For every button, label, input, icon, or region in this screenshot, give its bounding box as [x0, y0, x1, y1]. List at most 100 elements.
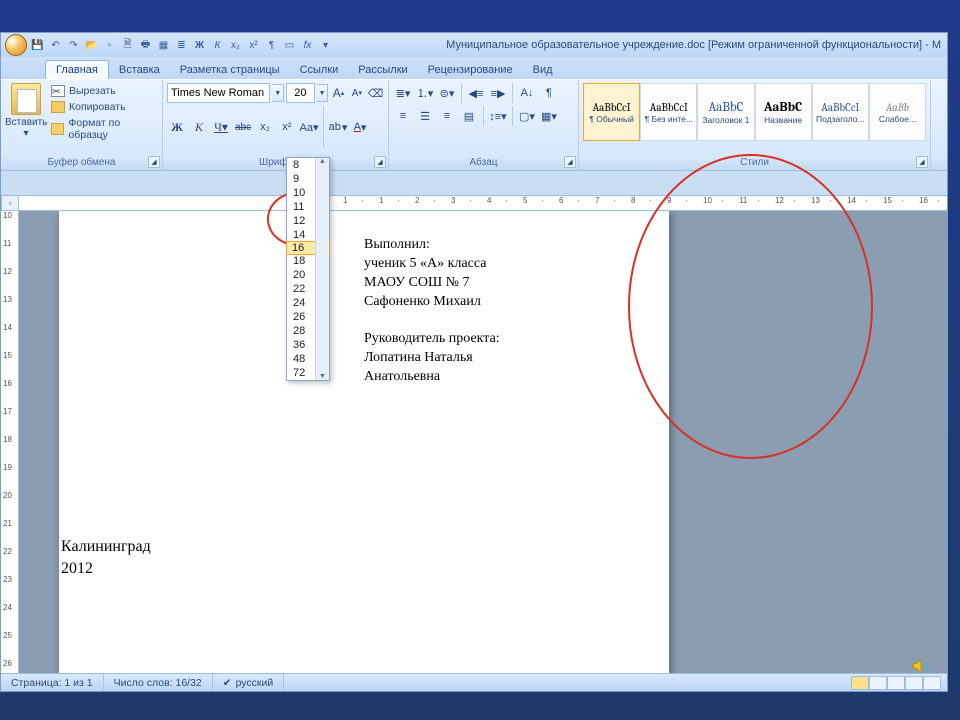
align-right-button[interactable]: ≡ — [437, 106, 457, 126]
font-size-dropdown[interactable]: 891011121416182022242628364872▲▼ — [286, 157, 330, 381]
formula-qat-icon[interactable]: fx — [300, 38, 315, 53]
shading-button[interactable]: ▢▾ — [517, 106, 537, 126]
qat-more-icon[interactable]: ▾ — [318, 38, 333, 53]
status-bar: Страница: 1 из 1 Число слов: 16/32 ✔русс… — [1, 673, 947, 691]
page-surface[interactable]: Выполнил:ученик 5 «А» классаМАОУ СОШ № 7… — [59, 211, 669, 673]
save-icon[interactable]: 💾 — [30, 38, 45, 53]
bold-button[interactable]: Ж — [167, 117, 187, 137]
italic-qat-icon[interactable]: К — [210, 38, 225, 53]
new-icon[interactable]: ▫ — [102, 38, 117, 53]
view-draft-button[interactable] — [923, 676, 941, 690]
sub-qat-icon[interactable]: x₂ — [228, 38, 243, 53]
style-подзаголо[interactable]: AaBbCcIПодзаголо... — [812, 83, 869, 141]
redo-icon[interactable]: ↷ — [66, 38, 81, 53]
dropdown-scrollbar[interactable]: ▲▼ — [315, 158, 329, 380]
undo-icon[interactable]: ↶ — [48, 38, 63, 53]
tab-insert[interactable]: Вставка — [109, 61, 170, 79]
view-web-button[interactable] — [887, 676, 905, 690]
paragraph-dialog-launcher[interactable]: ◢ — [564, 156, 576, 168]
print-icon[interactable]: 🖶 — [138, 38, 153, 53]
bullets-icon[interactable]: ≣ — [174, 38, 189, 53]
scissors-icon: ✂ — [51, 85, 65, 97]
bullets-button[interactable]: ≣▾ — [393, 83, 413, 103]
document-area[interactable]: Выполнил:ученик 5 «А» классаМАОУ СОШ № 7… — [19, 211, 947, 673]
view-full-screen-button[interactable] — [869, 676, 887, 690]
view-print-layout-button[interactable] — [851, 676, 869, 690]
clear-format-button[interactable]: ⌫ — [367, 83, 384, 103]
view-buttons — [851, 676, 947, 690]
group-styles-title: Стили — [583, 156, 926, 170]
style-название[interactable]: AaBbCНазвание — [755, 83, 812, 141]
vertical-ruler[interactable]: 1011121314151617181920212223242526 — [1, 211, 19, 673]
align-left-button[interactable]: ≡ — [393, 106, 413, 126]
bold-qat-icon[interactable]: Ж — [192, 38, 207, 53]
group-font-title: Шрифт — [167, 156, 384, 170]
style-безинте[interactable]: AaBbCcI¶ Без инте... — [640, 83, 697, 141]
style-слабое[interactable]: AaBbСлабое... — [869, 83, 926, 141]
tab-home[interactable]: Главная — [45, 60, 109, 79]
titlebar: 💾 ↶ ↷ 📂 ▫ 🗎 🖶 ▦ ≣ Ж К x₂ x² ¶ ▭ fx ▾ Мун… — [1, 33, 947, 57]
format-painter-button[interactable]: Формат по образцу — [51, 115, 158, 143]
office-button[interactable] — [5, 34, 27, 56]
speaker-icon — [910, 656, 932, 676]
shrink-font-button[interactable]: A▾ — [349, 83, 365, 103]
justify-button[interactable]: ▤ — [459, 106, 479, 126]
dec-indent-button[interactable]: ◀≡ — [466, 83, 486, 103]
underline-button[interactable]: Ч▾ — [211, 117, 231, 137]
superscript-button[interactable]: x² — [277, 117, 297, 137]
font-size-dropdown-icon[interactable]: ▼ — [317, 84, 329, 102]
group-font: Times New Roman▼ 20▼ A▴ A▾ ⌫ Ж К Ч▾ abc … — [163, 80, 389, 170]
styles-dialog-launcher[interactable]: ◢ — [916, 156, 928, 168]
ruler-corner[interactable]: ▫ — [1, 195, 19, 211]
inc-indent-button[interactable]: ≡▶ — [488, 83, 508, 103]
status-language[interactable]: ✔русский — [213, 674, 285, 691]
grow-font-button[interactable]: A▴ — [330, 83, 346, 103]
font-size-combo[interactable]: 20 — [286, 83, 315, 103]
paragraph-qat-icon[interactable]: ¶ — [264, 38, 279, 53]
multilevel-button[interactable]: ⊜▾ — [437, 83, 457, 103]
numbering-button[interactable]: ⒈▾ — [415, 83, 435, 103]
subscript-button[interactable]: x₂ — [255, 117, 275, 137]
tab-layout[interactable]: Разметка страницы — [170, 61, 290, 79]
print-preview-icon[interactable]: 🗎 — [120, 38, 135, 53]
quick-access-toolbar: 💾 ↶ ↷ 📂 ▫ 🗎 🖶 ▦ ≣ Ж К x₂ x² ¶ ▭ fx ▾ — [1, 33, 337, 57]
open-icon[interactable]: 📂 — [84, 38, 99, 53]
doc-text-block-author[interactable]: Выполнил:ученик 5 «А» классаМАОУ СОШ № 7… — [364, 236, 564, 387]
change-case-button[interactable]: Aa▾ — [299, 117, 319, 137]
paste-button[interactable]: Вставить▾ — [5, 83, 47, 153]
brush-icon — [51, 123, 64, 135]
group-clipboard-title: Буфер обмена — [5, 156, 158, 170]
copy-button[interactable]: Копировать — [51, 99, 158, 115]
italic-button[interactable]: К — [189, 117, 209, 137]
borders-button[interactable]: ▦▾ — [539, 106, 559, 126]
window-title: Муниципальное образовательное учреждение… — [337, 39, 947, 51]
line-spacing-button[interactable]: ↕≡▾ — [488, 106, 508, 126]
tab-view[interactable]: Вид — [523, 61, 563, 79]
sup-qat-icon[interactable]: x² — [246, 38, 261, 53]
tab-references[interactable]: Ссылки — [290, 61, 349, 79]
font-color-button[interactable]: A▾ — [350, 117, 370, 137]
font-name-dropdown-icon[interactable]: ▼ — [272, 84, 284, 102]
doc-text-block-footer[interactable]: Калининград2012 — [61, 536, 241, 579]
horizontal-ruler[interactable]: 1·1·2·3·4·5·6·7·8·9·10·11·12·13·14·15·16… — [19, 195, 947, 211]
style-заголовок1[interactable]: AaBbCЗаголовок 1 — [697, 83, 754, 141]
font-dialog-launcher[interactable]: ◢ — [374, 156, 386, 168]
show-marks-button[interactable]: ¶ — [539, 83, 559, 103]
group-styles: AaBbCcI¶ ОбычныйAaBbCcI¶ Без инте...AaBb… — [579, 80, 931, 170]
sort-button[interactable]: A↓ — [517, 83, 537, 103]
ribbon-tabs: Главная Вставка Разметка страницы Ссылки… — [1, 57, 947, 79]
highlight-button[interactable]: ab▾ — [328, 117, 348, 137]
table-icon[interactable]: ▦ — [156, 38, 171, 53]
tab-mailings[interactable]: Рассылки — [348, 61, 417, 79]
strike-button[interactable]: abc — [233, 117, 253, 137]
font-name-combo[interactable]: Times New Roman — [167, 83, 270, 103]
clipboard-dialog-launcher[interactable]: ◢ — [148, 156, 160, 168]
view-outline-button[interactable] — [905, 676, 923, 690]
tab-review[interactable]: Рецензирование — [418, 61, 523, 79]
status-page[interactable]: Страница: 1 из 1 — [1, 674, 104, 691]
align-center-button[interactable]: ☰ — [415, 106, 435, 126]
status-words[interactable]: Число слов: 16/32 — [104, 674, 213, 691]
footer-qat-icon[interactable]: ▭ — [282, 38, 297, 53]
cut-button[interactable]: ✂Вырезать — [51, 83, 158, 99]
style-обычный[interactable]: AaBbCcI¶ Обычный — [583, 83, 640, 141]
